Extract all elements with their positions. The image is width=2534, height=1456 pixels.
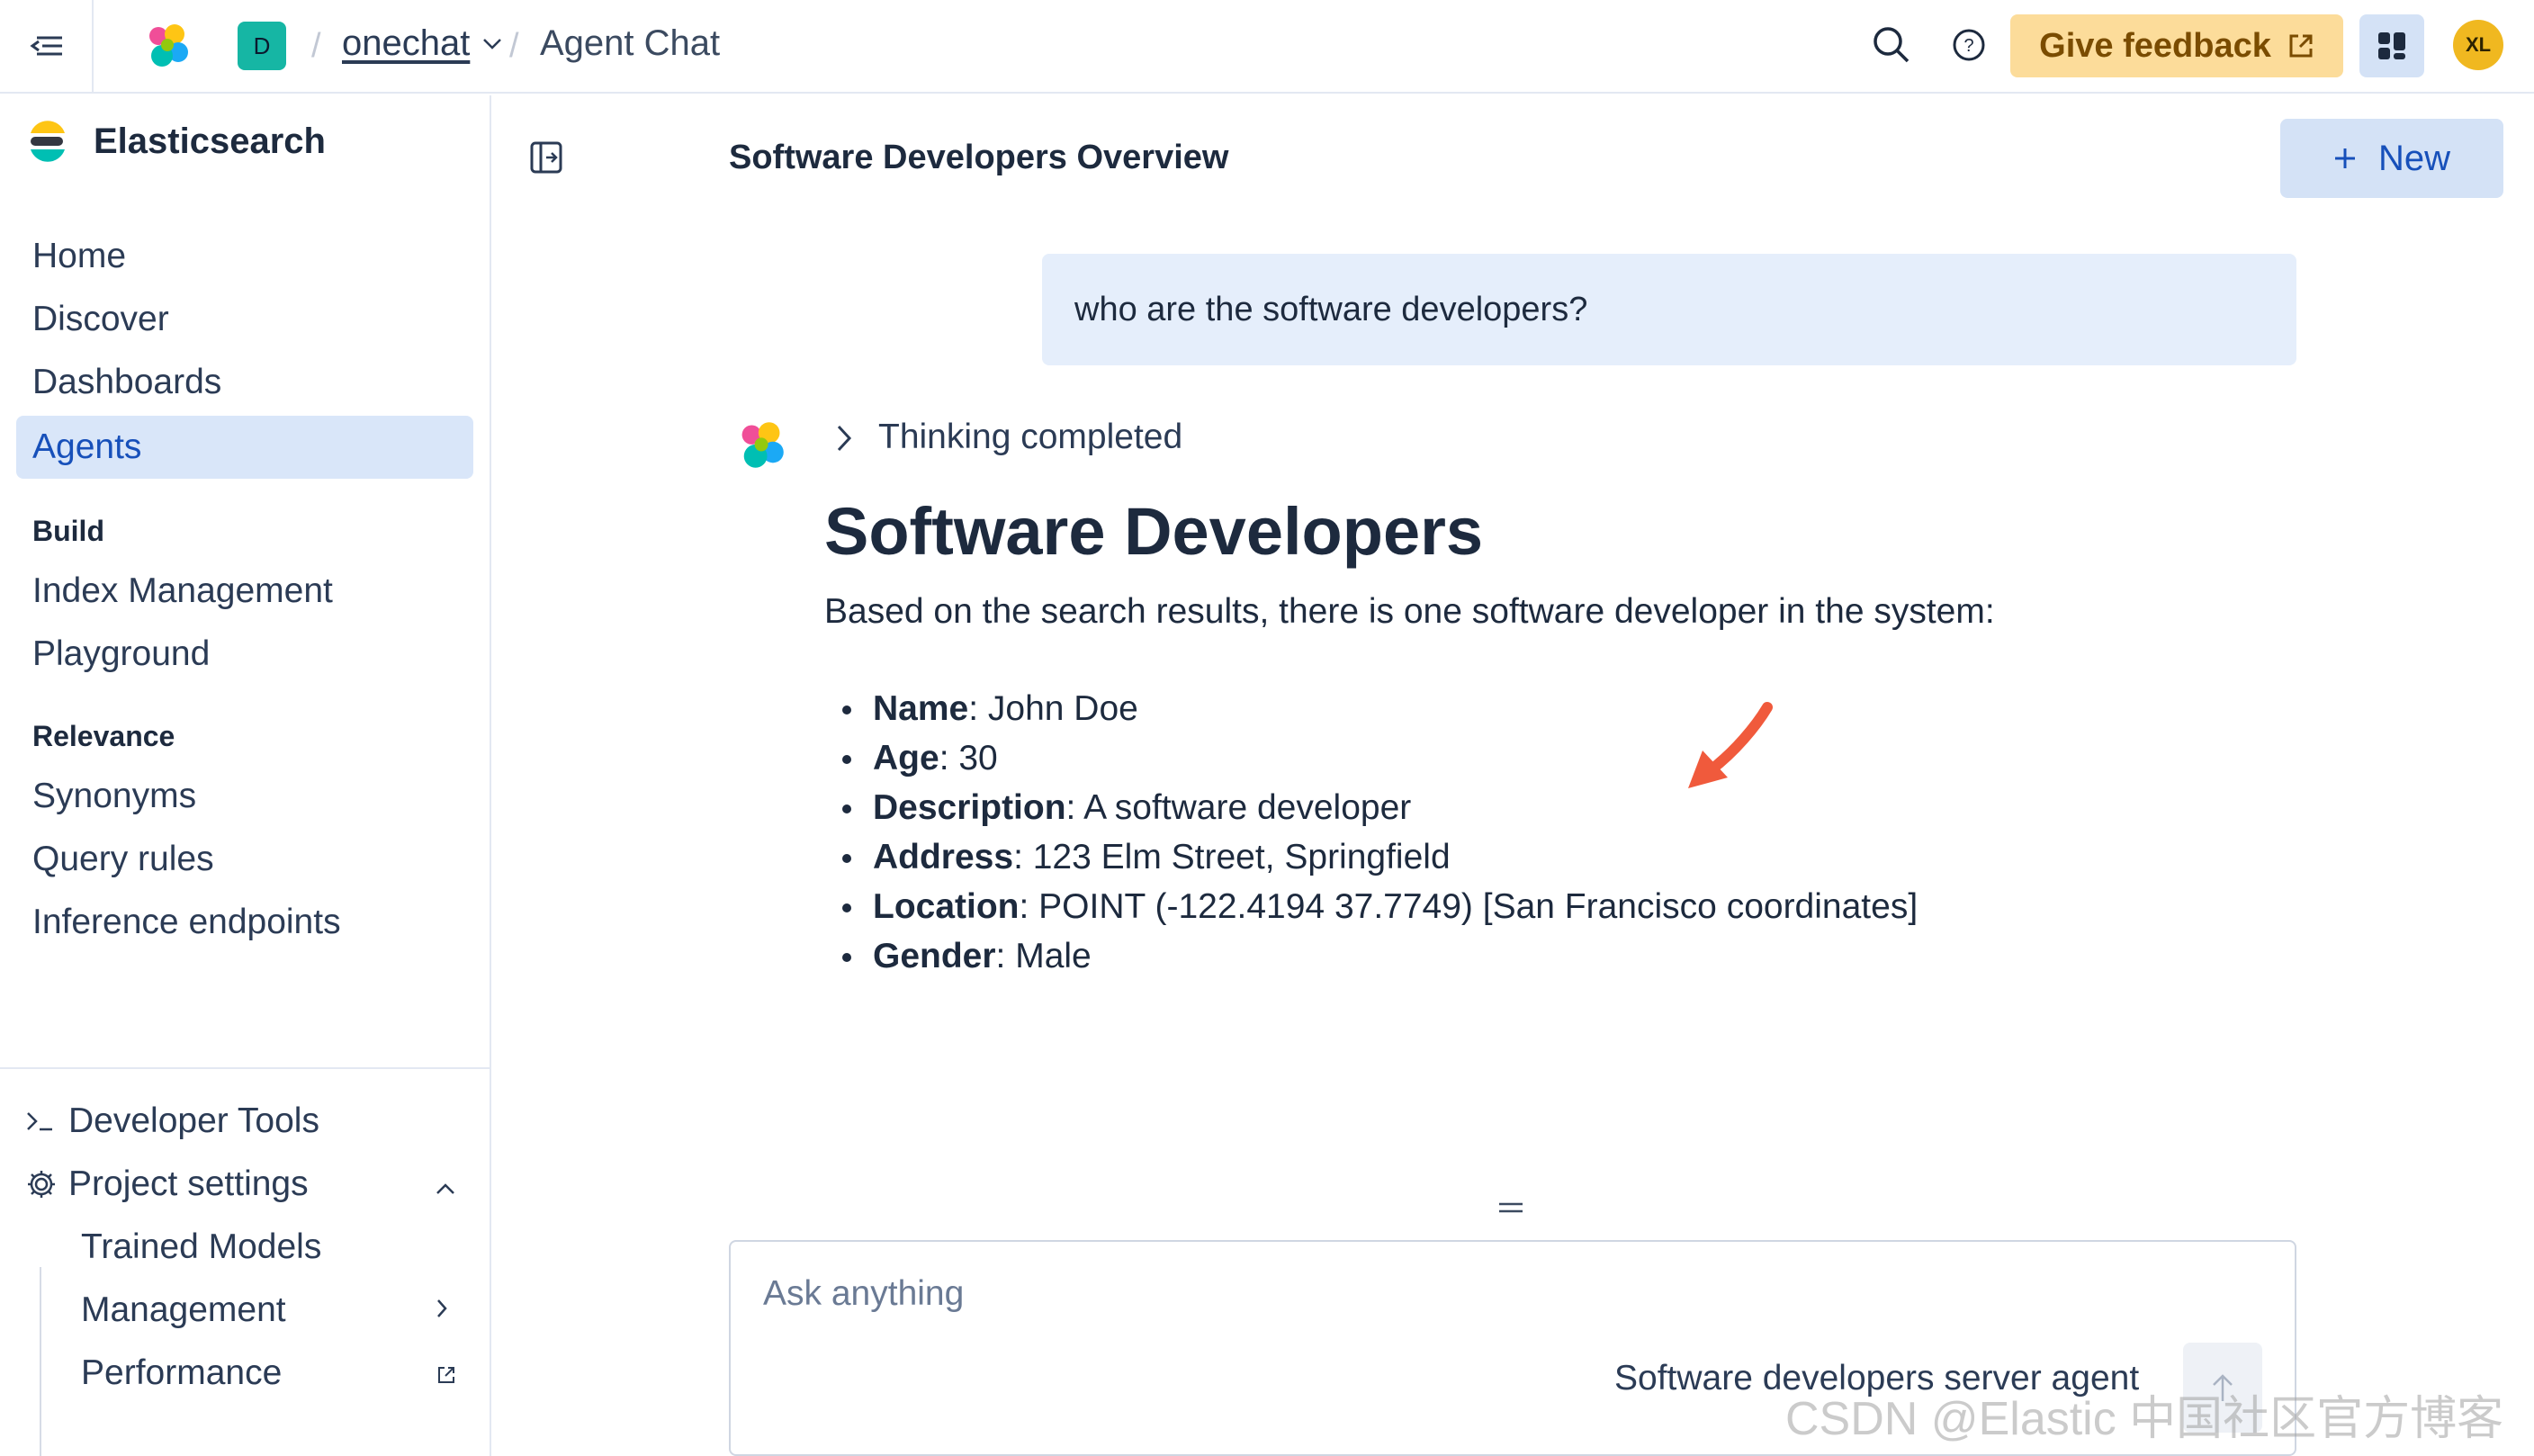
project-settings-label: Project settings (68, 1164, 309, 1203)
external-link-icon[interactable] (436, 1364, 457, 1386)
sidebar-item-trained-models[interactable]: Trained Models (81, 1227, 321, 1267)
sidebar-item-synonyms[interactable]: Synonyms (16, 765, 473, 828)
field-key: Gender (873, 937, 996, 975)
sidebar-item-discover[interactable]: Discover (16, 288, 473, 351)
sidebar-divider (0, 1067, 491, 1069)
give-feedback-button[interactable]: Give feedback (2010, 14, 2343, 77)
section-title-relevance: Relevance (32, 720, 175, 752)
chat-input[interactable] (763, 1274, 1843, 1314)
conversation-title: Software Developers Overview (729, 139, 1229, 176)
field-key: Address (873, 838, 1014, 876)
list-item: Location: POINT (-122.4194 37.7749) [San… (824, 882, 1918, 931)
breadcrumb-separator: / (311, 27, 321, 65)
field-value: : A software developer (1065, 788, 1412, 827)
breadcrumb-project-link[interactable]: onechat (342, 23, 470, 64)
sidebar-item-query-rules[interactable]: Query rules (16, 828, 473, 891)
developer-tools-label: Developer Tools (68, 1101, 319, 1140)
sidebar-item-management[interactable]: Management (81, 1290, 286, 1330)
user-message-text: who are the software developers? (1074, 290, 1588, 328)
gear-icon (28, 1171, 55, 1198)
app-grid-icon (2378, 32, 2405, 59)
answer-heading: Software Developers (824, 494, 1484, 569)
search-icon[interactable] (1872, 25, 1911, 65)
sidebar-item-agents[interactable]: Agents (16, 416, 473, 479)
svg-text:?: ? (1963, 36, 1973, 56)
agent-avatar-icon (741, 422, 784, 468)
chevron-right-icon[interactable] (835, 423, 853, 454)
user-initials: XL (2465, 33, 2492, 56)
user-message: who are the software developers? (1042, 254, 2296, 365)
annotation-arrow-icon (1688, 702, 1773, 788)
chevron-down-icon[interactable] (482, 38, 502, 50)
field-key: Location (873, 887, 1020, 926)
field-value: : Male (995, 937, 1092, 975)
apps-button[interactable] (2359, 14, 2424, 77)
field-value: : 30 (939, 739, 998, 777)
space-badge[interactable]: D (238, 22, 286, 70)
sidebar-item-developer-tools[interactable]: Developer Tools (25, 1101, 319, 1141)
toggle-conversations-icon[interactable] (529, 140, 563, 175)
give-feedback-label: Give feedback (2039, 26, 2271, 65)
collapse-menu-icon (30, 36, 62, 56)
sidebar-item-playground[interactable]: Playground (16, 623, 473, 686)
sidebar-item-home[interactable]: Home (16, 225, 473, 288)
external-link-icon (2289, 34, 2313, 58)
breadcrumb-separator: / (509, 27, 519, 65)
field-key: Name (873, 689, 969, 728)
answer-intro: Based on the search results, there is on… (824, 592, 1995, 631)
chevron-up-icon[interactable] (436, 1182, 455, 1195)
field-value: : John Doe (968, 689, 1138, 728)
sidebar-item-inference-endpoints[interactable]: Inference endpoints (16, 891, 473, 954)
sidebar-item-performance[interactable]: Performance (81, 1353, 282, 1393)
user-avatar[interactable]: XL (2453, 20, 2503, 70)
watermark: CSDN @Elastic 中国社区官方博客 (1785, 1393, 2504, 1445)
console-icon (27, 1112, 52, 1131)
sidebar: Elasticsearch Home Discover Dashboards A… (0, 95, 491, 1456)
sidebar-item-project-settings[interactable]: Project settings (25, 1164, 309, 1204)
sidebar-brand-label: Elasticsearch (94, 121, 326, 161)
sidebar-brand[interactable]: Elasticsearch (27, 121, 326, 162)
plus-icon (2334, 148, 2355, 168)
section-title-build: Build (32, 515, 104, 547)
elastic-logo-icon[interactable] (142, 22, 191, 70)
resize-handle-icon[interactable] (1497, 1200, 1524, 1215)
field-key: Description (873, 788, 1066, 827)
submenu-guide-line (40, 1267, 41, 1456)
new-conversation-label: New (2377, 138, 2451, 178)
sidebar-item-dashboards[interactable]: Dashboards (16, 351, 473, 414)
chevron-right-icon[interactable] (436, 1298, 448, 1319)
help-icon[interactable]: ? (1951, 27, 1987, 63)
space-initial: D (253, 31, 271, 59)
thinking-status[interactable]: Thinking completed (878, 418, 1182, 457)
field-key: Age (873, 739, 939, 777)
list-item: Gender: Male (824, 931, 1918, 981)
elasticsearch-logo-icon (31, 121, 65, 162)
field-value: : POINT (-122.4194 37.7749) [San Francis… (1019, 887, 1918, 926)
menu-toggle-button[interactable] (0, 0, 94, 93)
new-conversation-button[interactable]: New (2280, 119, 2503, 198)
breadcrumb-current: Agent Chat (540, 23, 721, 63)
list-item: Address: 123 Elm Street, Springfield (824, 832, 1918, 882)
sidebar-item-index-management[interactable]: Index Management (16, 560, 473, 623)
field-value: : 123 Elm Street, Springfield (1013, 838, 1451, 876)
